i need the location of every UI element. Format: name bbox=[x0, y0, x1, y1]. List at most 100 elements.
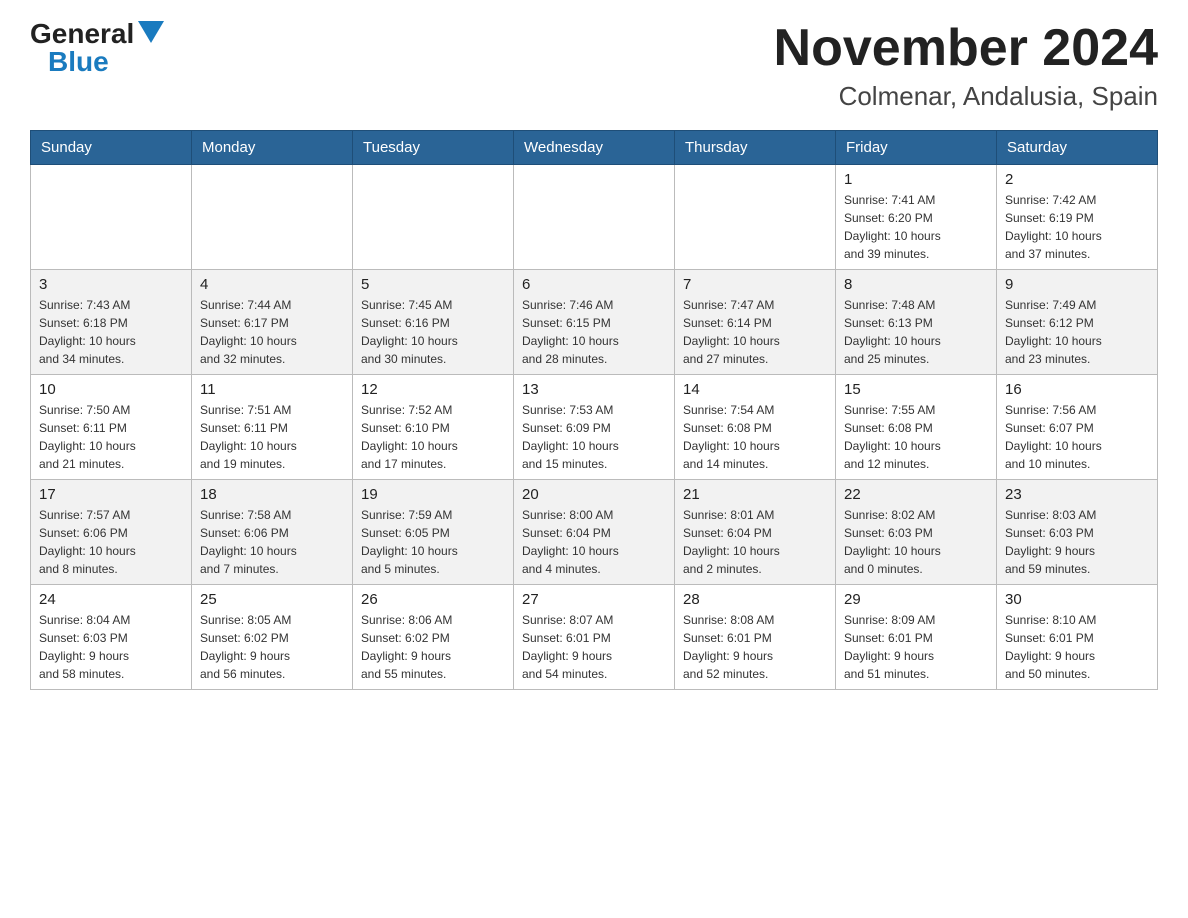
day-info: Sunrise: 7:45 AMSunset: 6:16 PMDaylight:… bbox=[361, 296, 505, 368]
day-number: 3 bbox=[39, 276, 183, 293]
day-number: 18 bbox=[200, 486, 344, 503]
day-number: 29 bbox=[844, 591, 988, 608]
day-info: Sunrise: 7:57 AMSunset: 6:06 PMDaylight:… bbox=[39, 506, 183, 578]
day-info: Sunrise: 8:06 AMSunset: 6:02 PMDaylight:… bbox=[361, 611, 505, 683]
cell-w4-d6: 22 Sunrise: 8:02 AMSunset: 6:03 PMDayligh… bbox=[836, 480, 997, 585]
day-info: Sunrise: 8:05 AMSunset: 6:02 PMDaylight:… bbox=[200, 611, 344, 683]
cell-w5-d6: 29 Sunrise: 8:09 AMSunset: 6:01 PMDayligh… bbox=[836, 585, 997, 690]
col-wednesday: Wednesday bbox=[514, 131, 675, 165]
col-thursday: Thursday bbox=[675, 131, 836, 165]
page-header: General Blue November 2024 Colmenar, And… bbox=[30, 20, 1158, 112]
cell-w2-d2: 4 Sunrise: 7:44 AMSunset: 6:17 PMDaylight… bbox=[192, 270, 353, 375]
day-info: Sunrise: 8:08 AMSunset: 6:01 PMDaylight:… bbox=[683, 611, 827, 683]
logo-general: General bbox=[30, 20, 134, 48]
day-info: Sunrise: 8:01 AMSunset: 6:04 PMDaylight:… bbox=[683, 506, 827, 578]
cell-w1-d2 bbox=[192, 165, 353, 270]
cell-w2-d5: 7 Sunrise: 7:47 AMSunset: 6:14 PMDaylight… bbox=[675, 270, 836, 375]
cell-w2-d3: 5 Sunrise: 7:45 AMSunset: 6:16 PMDaylight… bbox=[353, 270, 514, 375]
cell-w5-d5: 28 Sunrise: 8:08 AMSunset: 6:01 PMDayligh… bbox=[675, 585, 836, 690]
day-number: 5 bbox=[361, 276, 505, 293]
cell-w3-d5: 14Sunrise: 7:54 AMSunset: 6:08 PMDayligh… bbox=[675, 375, 836, 480]
cell-w5-d2: 25 Sunrise: 8:05 AMSunset: 6:02 PMDayligh… bbox=[192, 585, 353, 690]
cell-w3-d1: 10 Sunrise: 7:50 AMSunset: 6:11 PMDayligh… bbox=[31, 375, 192, 480]
day-info: Sunrise: 7:51 AMSunset: 6:11 PMDaylight:… bbox=[200, 401, 344, 473]
day-info: Sunrise: 7:48 AMSunset: 6:13 PMDaylight:… bbox=[844, 296, 988, 368]
day-number: 2 bbox=[1005, 171, 1149, 188]
day-number: 28 bbox=[683, 591, 827, 608]
day-number: 7 bbox=[683, 276, 827, 293]
day-info: Sunrise: 7:44 AMSunset: 6:17 PMDaylight:… bbox=[200, 296, 344, 368]
cell-w1-d7: 2 Sunrise: 7:42 AMSunset: 6:19 PMDaylight… bbox=[997, 165, 1158, 270]
day-info: Sunrise: 7:46 AMSunset: 6:15 PMDaylight:… bbox=[522, 296, 666, 368]
logo-blue: Blue bbox=[48, 48, 109, 76]
day-number: 6 bbox=[522, 276, 666, 293]
day-info: Sunrise: 8:00 AMSunset: 6:04 PMDaylight:… bbox=[522, 506, 666, 578]
cell-w1-d3 bbox=[353, 165, 514, 270]
cell-w1-d5 bbox=[675, 165, 836, 270]
day-number: 12 bbox=[361, 381, 505, 398]
day-info: Sunrise: 8:04 AMSunset: 6:03 PMDaylight:… bbox=[39, 611, 183, 683]
day-info: Sunrise: 7:55 AMSunset: 6:08 PMDaylight:… bbox=[844, 401, 988, 473]
day-number: 10 bbox=[39, 381, 183, 398]
cell-w3-d4: 13Sunrise: 7:53 AMSunset: 6:09 PMDayligh… bbox=[514, 375, 675, 480]
day-info: Sunrise: 8:10 AMSunset: 6:01 PMDaylight:… bbox=[1005, 611, 1149, 683]
day-number: 15 bbox=[844, 381, 988, 398]
cell-w1-d4 bbox=[514, 165, 675, 270]
day-info: Sunrise: 8:03 AMSunset: 6:03 PMDaylight:… bbox=[1005, 506, 1149, 578]
cell-w2-d4: 6 Sunrise: 7:46 AMSunset: 6:15 PMDaylight… bbox=[514, 270, 675, 375]
day-info: Sunrise: 7:47 AMSunset: 6:14 PMDaylight:… bbox=[683, 296, 827, 368]
week-row-5: 24 Sunrise: 8:04 AMSunset: 6:03 PMDayligh… bbox=[31, 585, 1158, 690]
day-number: 1 bbox=[844, 171, 988, 188]
title-block: November 2024 Colmenar, Andalusia, Spain bbox=[774, 20, 1158, 112]
day-number: 4 bbox=[200, 276, 344, 293]
day-info: Sunrise: 7:50 AMSunset: 6:11 PMDaylight:… bbox=[39, 401, 183, 473]
col-saturday: Saturday bbox=[997, 131, 1158, 165]
cell-w4-d5: 21 Sunrise: 8:01 AMSunset: 6:04 PMDayligh… bbox=[675, 480, 836, 585]
cell-w5-d3: 26Sunrise: 8:06 AMSunset: 6:02 PMDayligh… bbox=[353, 585, 514, 690]
cell-w2-d6: 8 Sunrise: 7:48 AMSunset: 6:13 PMDaylight… bbox=[836, 270, 997, 375]
day-number: 11 bbox=[200, 381, 344, 398]
calendar-subtitle: Colmenar, Andalusia, Spain bbox=[774, 81, 1158, 112]
week-row-1: 1 Sunrise: 7:41 AMSunset: 6:20 PMDaylight… bbox=[31, 165, 1158, 270]
day-info: Sunrise: 7:56 AMSunset: 6:07 PMDaylight:… bbox=[1005, 401, 1149, 473]
day-number: 24 bbox=[39, 591, 183, 608]
cell-w5-d1: 24 Sunrise: 8:04 AMSunset: 6:03 PMDayligh… bbox=[31, 585, 192, 690]
cell-w3-d3: 12 Sunrise: 7:52 AMSunset: 6:10 PMDayligh… bbox=[353, 375, 514, 480]
logo-triangle-icon bbox=[138, 21, 164, 43]
cell-w1-d6: 1 Sunrise: 7:41 AMSunset: 6:20 PMDaylight… bbox=[836, 165, 997, 270]
day-number: 21 bbox=[683, 486, 827, 503]
day-info: Sunrise: 8:09 AMSunset: 6:01 PMDaylight:… bbox=[844, 611, 988, 683]
day-info: Sunrise: 7:41 AMSunset: 6:20 PMDaylight:… bbox=[844, 191, 988, 263]
col-friday: Friday bbox=[836, 131, 997, 165]
day-number: 22 bbox=[844, 486, 988, 503]
col-tuesday: Tuesday bbox=[353, 131, 514, 165]
day-info: Sunrise: 7:52 AMSunset: 6:10 PMDaylight:… bbox=[361, 401, 505, 473]
day-info: Sunrise: 7:42 AMSunset: 6:19 PMDaylight:… bbox=[1005, 191, 1149, 263]
calendar-table: Sunday Monday Tuesday Wednesday Thursday… bbox=[30, 130, 1158, 690]
day-number: 30 bbox=[1005, 591, 1149, 608]
day-number: 16 bbox=[1005, 381, 1149, 398]
calendar-header-row: Sunday Monday Tuesday Wednesday Thursday… bbox=[31, 131, 1158, 165]
col-monday: Monday bbox=[192, 131, 353, 165]
day-number: 14 bbox=[683, 381, 827, 398]
day-info: Sunrise: 7:43 AMSunset: 6:18 PMDaylight:… bbox=[39, 296, 183, 368]
cell-w2-d7: 9Sunrise: 7:49 AMSunset: 6:12 PMDaylight… bbox=[997, 270, 1158, 375]
week-row-4: 17Sunrise: 7:57 AMSunset: 6:06 PMDayligh… bbox=[31, 480, 1158, 585]
cell-w4-d2: 18Sunrise: 7:58 AMSunset: 6:06 PMDayligh… bbox=[192, 480, 353, 585]
cell-w4-d3: 19 Sunrise: 7:59 AMSunset: 6:05 PMDayligh… bbox=[353, 480, 514, 585]
day-number: 25 bbox=[200, 591, 344, 608]
day-info: Sunrise: 8:07 AMSunset: 6:01 PMDaylight:… bbox=[522, 611, 666, 683]
cell-w3-d7: 16 Sunrise: 7:56 AMSunset: 6:07 PMDayligh… bbox=[997, 375, 1158, 480]
day-number: 8 bbox=[844, 276, 988, 293]
calendar-title: November 2024 bbox=[774, 20, 1158, 77]
cell-w4-d1: 17Sunrise: 7:57 AMSunset: 6:06 PMDayligh… bbox=[31, 480, 192, 585]
day-number: 20 bbox=[522, 486, 666, 503]
cell-w3-d2: 11 Sunrise: 7:51 AMSunset: 6:11 PMDayligh… bbox=[192, 375, 353, 480]
day-info: Sunrise: 7:53 AMSunset: 6:09 PMDaylight:… bbox=[522, 401, 666, 473]
day-info: Sunrise: 7:59 AMSunset: 6:05 PMDaylight:… bbox=[361, 506, 505, 578]
day-info: Sunrise: 8:02 AMSunset: 6:03 PMDaylight:… bbox=[844, 506, 988, 578]
cell-w2-d1: 3 Sunrise: 7:43 AMSunset: 6:18 PMDaylight… bbox=[31, 270, 192, 375]
week-row-3: 10 Sunrise: 7:50 AMSunset: 6:11 PMDayligh… bbox=[31, 375, 1158, 480]
day-info: Sunrise: 7:49 AMSunset: 6:12 PMDaylight:… bbox=[1005, 296, 1149, 368]
day-number: 19 bbox=[361, 486, 505, 503]
